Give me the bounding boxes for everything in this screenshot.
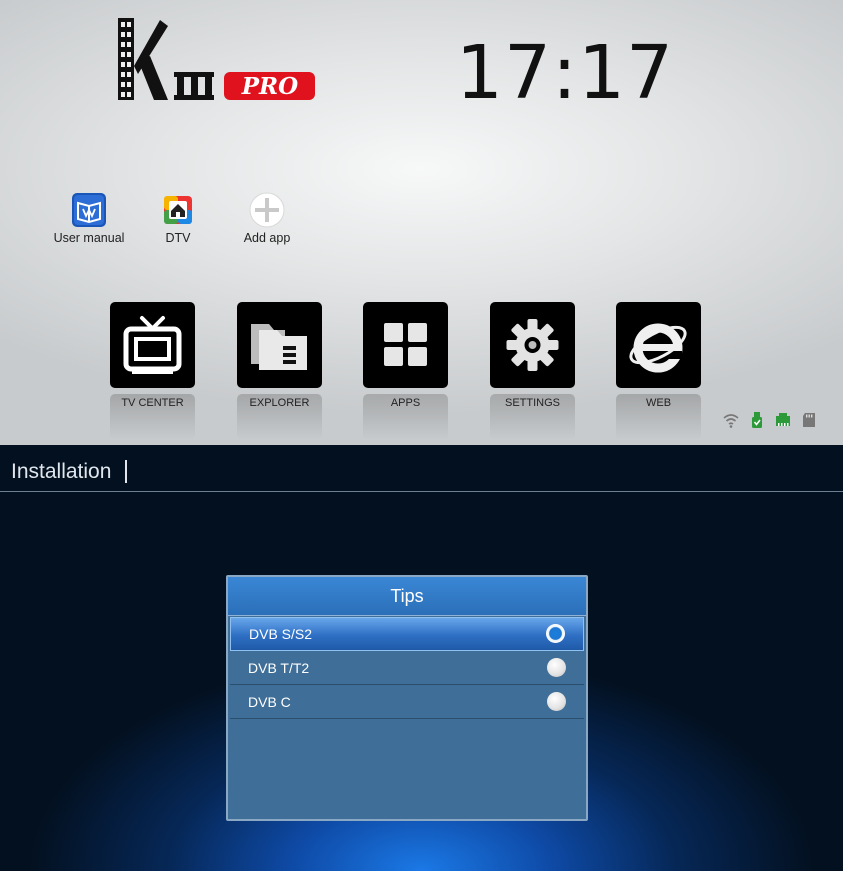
brand-logo: PRO xyxy=(116,16,326,106)
browser-icon xyxy=(629,323,687,373)
folder-icon xyxy=(251,324,307,370)
shortcut-label: DTV xyxy=(165,231,191,245)
launcher-screen: PRO 17:17 User manual DTV Add app TV CEN… xyxy=(0,0,843,445)
option-dvb-t-t2[interactable]: DVB T/T2 xyxy=(230,652,584,685)
logo-badge-text: PRO xyxy=(241,73,299,100)
tile-explorer[interactable]: EXPLORER xyxy=(237,302,322,440)
dtv-icon xyxy=(164,196,192,224)
option-dvb-c[interactable]: DVB C xyxy=(230,686,584,719)
wifi-icon xyxy=(723,414,739,428)
tile-web[interactable]: WEB xyxy=(616,302,701,440)
divider xyxy=(0,491,843,492)
tile-label: SETTINGS xyxy=(504,397,560,409)
tile-label: EXPLORER xyxy=(249,397,310,409)
option-label: DVB S/S2 xyxy=(249,626,313,642)
shortcut-add-app[interactable]: Add app xyxy=(222,192,312,245)
clock: 17:17 xyxy=(455,30,675,116)
tips-dialog: Tips DVB S/S2 DVB T/T2 DVB C xyxy=(226,575,588,821)
shortcut-user-manual[interactable]: User manual xyxy=(44,192,134,245)
shortcut-dtv[interactable]: DTV xyxy=(133,192,223,245)
installation-screen: Installation Tips DVB S/S2 DVB T/T2 DVB … xyxy=(0,445,843,871)
tile-label: WEB xyxy=(645,397,672,409)
tile-settings[interactable]: SETTINGS xyxy=(490,302,575,440)
sd-card-icon xyxy=(803,413,815,427)
radio-unselected-icon[interactable] xyxy=(547,692,566,711)
usb-icon xyxy=(752,412,762,428)
apps-grid-icon xyxy=(384,323,427,366)
dialog-title: Tips xyxy=(228,577,586,616)
text-cursor xyxy=(125,460,127,483)
radio-selected-icon[interactable] xyxy=(546,624,565,643)
tv-icon xyxy=(123,316,182,374)
user-manual-icon xyxy=(72,193,106,227)
shortcut-label: Add app xyxy=(243,231,291,245)
tile-tv-center[interactable]: TV CENTER xyxy=(110,302,195,440)
gear-icon xyxy=(506,319,559,371)
tile-label: TV CENTER xyxy=(121,397,184,409)
status-bar xyxy=(722,411,818,429)
tile-apps[interactable]: APPS xyxy=(363,302,448,440)
option-label: DVB C xyxy=(248,694,291,710)
shortcut-label: User manual xyxy=(53,231,125,245)
ethernet-icon xyxy=(776,413,790,426)
add-icon xyxy=(249,192,285,228)
option-label: DVB T/T2 xyxy=(248,660,310,676)
option-dvb-s-s2[interactable]: DVB S/S2 xyxy=(230,617,584,651)
radio-unselected-icon[interactable] xyxy=(547,658,566,677)
page-title: Installation xyxy=(11,460,112,483)
tile-label: APPS xyxy=(390,397,421,409)
